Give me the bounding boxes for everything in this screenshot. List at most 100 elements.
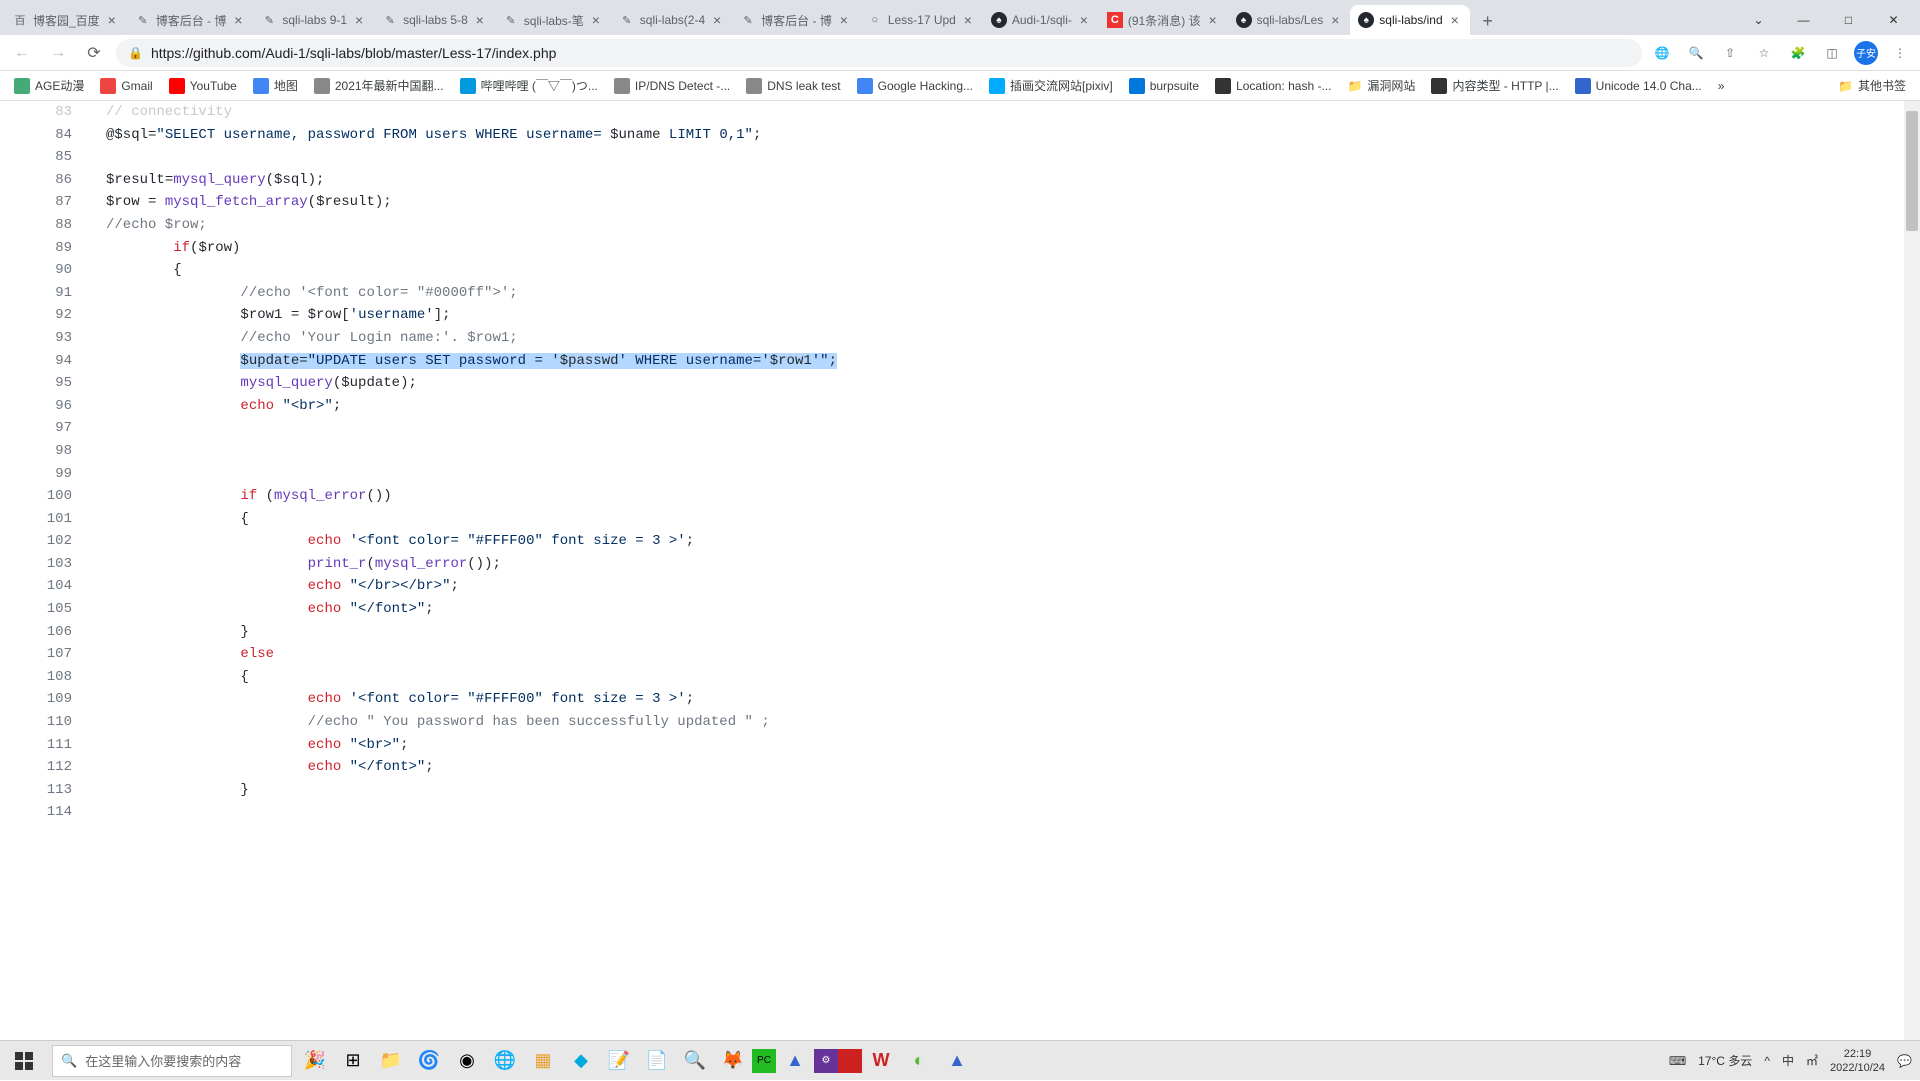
task-view-icon[interactable]: ⊞	[334, 1041, 372, 1081]
app-icon-1[interactable]: ▦	[524, 1041, 562, 1081]
edge-icon[interactable]: 🌀	[410, 1041, 448, 1081]
code-line[interactable]: 103 print_r(mysql_error());	[0, 553, 1920, 576]
line-content[interactable]: if($row)	[92, 237, 1920, 260]
notepad-icon[interactable]: 📝	[600, 1041, 638, 1081]
line-number[interactable]: 114	[0, 801, 92, 824]
line-content[interactable]: {	[92, 508, 1920, 531]
code-line[interactable]: 102 echo '<font color= "#FFFF00" font si…	[0, 530, 1920, 553]
code-line[interactable]: 94 $update="UPDATE users SET password = …	[0, 350, 1920, 373]
translate-icon[interactable]: 🌐	[1650, 41, 1674, 65]
line-number[interactable]: 113	[0, 779, 92, 802]
line-content[interactable]: echo "</br></br>";	[92, 575, 1920, 598]
code-line[interactable]: 84@$sql="SELECT username, password FROM …	[0, 124, 1920, 147]
browser-tab[interactable]: C(91条消息) 该×	[1099, 5, 1228, 35]
profile-avatar[interactable]: 子安	[1854, 41, 1878, 65]
zoom-icon[interactable]: 🔍	[1684, 41, 1708, 65]
ime-indicator[interactable]: 中	[1782, 1052, 1794, 1069]
code-line[interactable]: 114	[0, 801, 1920, 824]
close-tab-icon[interactable]: ×	[961, 13, 975, 27]
line-content[interactable]: $row = mysql_fetch_array($result);	[92, 191, 1920, 214]
close-tab-icon[interactable]: ×	[837, 13, 851, 27]
line-number[interactable]: 106	[0, 621, 92, 644]
bookmark-item[interactable]: AGE动漫	[8, 73, 90, 98]
line-content[interactable]: }	[92, 779, 1920, 802]
line-number[interactable]: 105	[0, 598, 92, 621]
code-line[interactable]: 87$row = mysql_fetch_array($result);	[0, 191, 1920, 214]
bookmark-item[interactable]: Location: hash -...	[1209, 74, 1337, 98]
line-number[interactable]: 101	[0, 508, 92, 531]
minimize-icon[interactable]: —	[1781, 5, 1826, 35]
browser-tab[interactable]: ✎sqli-labs-笔×	[495, 5, 611, 35]
code-line[interactable]: 90 {	[0, 259, 1920, 282]
code-line[interactable]: 101 {	[0, 508, 1920, 531]
line-number[interactable]: 97	[0, 417, 92, 440]
code-line[interactable]: 112 echo "</font>";	[0, 756, 1920, 779]
line-content[interactable]: echo "</font>";	[92, 598, 1920, 621]
bookmark-item[interactable]: Google Hacking...	[851, 74, 979, 98]
line-number[interactable]: 110	[0, 711, 92, 734]
line-content[interactable]: }	[92, 621, 1920, 644]
app-icon-red[interactable]	[838, 1049, 862, 1073]
line-number[interactable]: 100	[0, 485, 92, 508]
line-content[interactable]	[92, 463, 1920, 486]
line-content[interactable]: //echo $row;	[92, 214, 1920, 237]
code-line[interactable]: 83// connectivity	[0, 101, 1920, 124]
browser-tab[interactable]: ✎sqli-labs 9-1×	[253, 5, 374, 35]
everything-icon[interactable]: 🔍	[676, 1041, 714, 1081]
code-line[interactable]: 99	[0, 463, 1920, 486]
line-number[interactable]: 89	[0, 237, 92, 260]
code-line[interactable]: 109 echo '<font color= "#FFFF00" font si…	[0, 688, 1920, 711]
menu-icon[interactable]: ⋮	[1888, 41, 1912, 65]
forward-button[interactable]: →	[44, 39, 72, 67]
close-window-icon[interactable]: ✕	[1871, 5, 1916, 35]
line-content[interactable]	[92, 801, 1920, 824]
browser-tab[interactable]: ♠Audi-1/sqli-×	[983, 5, 1099, 35]
close-tab-icon[interactable]: ×	[1077, 13, 1091, 27]
code-line[interactable]: 98	[0, 440, 1920, 463]
new-tab-button[interactable]: +	[1474, 7, 1502, 35]
code-line[interactable]: 108 {	[0, 666, 1920, 689]
bookmark-item[interactable]: IP/DNS Detect -...	[608, 74, 736, 98]
line-content[interactable]	[92, 440, 1920, 463]
line-content[interactable]: else	[92, 643, 1920, 666]
close-tab-icon[interactable]: ×	[1328, 13, 1342, 27]
line-number[interactable]: 94	[0, 350, 92, 373]
line-number[interactable]: 95	[0, 372, 92, 395]
line-number[interactable]: 92	[0, 304, 92, 327]
line-content[interactable]: //echo 'Your Login name:'. $row1;	[92, 327, 1920, 350]
line-number[interactable]: 84	[0, 124, 92, 147]
close-tab-icon[interactable]: ×	[231, 13, 245, 27]
notification-icon[interactable]: 💬	[1897, 1054, 1912, 1068]
line-number[interactable]: 93	[0, 327, 92, 350]
reload-button[interactable]: ⟳	[80, 39, 108, 67]
code-line[interactable]: 88//echo $row;	[0, 214, 1920, 237]
line-number[interactable]: 104	[0, 575, 92, 598]
line-content[interactable]: //echo " You password has been successfu…	[92, 711, 1920, 734]
bookmark-item[interactable]: DNS leak test	[740, 74, 846, 98]
line-content[interactable]: // connectivity	[92, 101, 1920, 124]
bookmark-item[interactable]: 内容类型 - HTTP |...	[1425, 73, 1564, 98]
extensions-icon[interactable]: 🧩	[1786, 41, 1810, 65]
side-panel-icon[interactable]: ◫	[1820, 41, 1844, 65]
line-content[interactable]: echo "</font>";	[92, 756, 1920, 779]
bookmark-item[interactable]: Unicode 14.0 Cha...	[1569, 74, 1708, 98]
steam-icon[interactable]: ◉	[448, 1041, 486, 1081]
line-number[interactable]: 107	[0, 643, 92, 666]
browser-tab[interactable]: ✎sqli-labs(2-4×	[611, 5, 732, 35]
line-content[interactable]: $result=mysql_query($sql);	[92, 169, 1920, 192]
line-number[interactable]: 112	[0, 756, 92, 779]
code-line[interactable]: 106 }	[0, 621, 1920, 644]
line-number[interactable]: 98	[0, 440, 92, 463]
wps-icon[interactable]: W	[862, 1041, 900, 1081]
close-tab-icon[interactable]: ×	[352, 13, 366, 27]
app-icon-3[interactable]: 📄	[638, 1041, 676, 1081]
close-tab-icon[interactable]: ×	[710, 13, 724, 27]
close-tab-icon[interactable]: ×	[473, 13, 487, 27]
bookmark-item[interactable]: 📁漏洞网站	[1341, 73, 1421, 98]
bookmarks-overflow[interactable]: »	[1712, 75, 1731, 97]
weather-widget[interactable]: 17°C 多云	[1698, 1052, 1752, 1069]
line-number[interactable]: 88	[0, 214, 92, 237]
chrome-icon[interactable]: 🌐	[486, 1041, 524, 1081]
bookmark-item[interactable]: burpsuite	[1123, 74, 1205, 98]
clock[interactable]: 22:19 2022/10/24	[1830, 1047, 1885, 1075]
